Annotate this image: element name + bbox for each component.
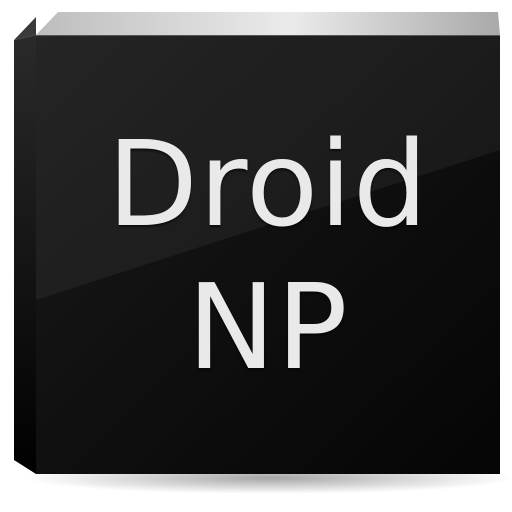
icon-title-line1: Droid [107, 115, 429, 253]
box-left-side [14, 35, 36, 474]
box-top-edge [36, 12, 500, 35]
icon-title-line2: NP [187, 258, 349, 396]
icon-stage: Droid NP [0, 0, 512, 512]
app-icon[interactable] [0, 0, 512, 512]
